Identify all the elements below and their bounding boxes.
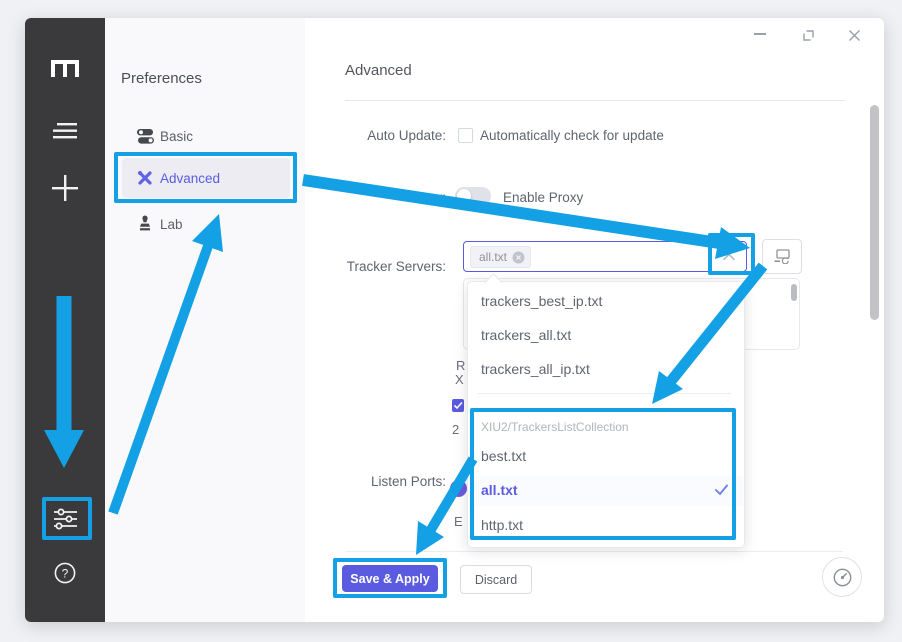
dropdown-option[interactable]: http.txt (481, 517, 523, 533)
sidebar-item-label: Basic (160, 129, 193, 144)
selected-tag[interactable]: all.txt (470, 246, 531, 268)
sync-trackers-button[interactable] (762, 239, 802, 274)
basic-toggles-icon (137, 129, 154, 144)
dropdown-option[interactable]: trackers_all_ip.txt (481, 361, 590, 377)
svg-text:?: ? (62, 567, 69, 581)
tracker-dropdown: trackers_best_ip.txt trackers_all.txt tr… (467, 281, 745, 548)
tracker-servers-select[interactable]: all.txt (463, 241, 747, 272)
proxy-option-label[interactable]: Enable Proxy (503, 190, 583, 205)
discard-label: Discard (475, 573, 517, 587)
preferences-panel-title: Preferences (121, 70, 202, 87)
proxy-toggle[interactable] (455, 187, 491, 205)
dropdown-option[interactable]: trackers_best_ip.txt (481, 293, 602, 309)
preferences-panel: Preferences Basic Advanced (105, 18, 305, 622)
app-sidebar: ? (25, 18, 105, 622)
preferences-sliders-icon[interactable] (52, 507, 79, 531)
speed-test-button[interactable] (822, 557, 862, 597)
tag-label: all.txt (479, 250, 507, 264)
main-scrollbar[interactable] (870, 105, 879, 320)
proxy-label: Proxy: (305, 190, 446, 205)
check-icon (714, 483, 729, 496)
obscured-text: X (455, 373, 464, 387)
obscured-control (450, 480, 467, 497)
dropdown-option[interactable]: trackers_all.txt (481, 327, 571, 343)
obscured-text: E (454, 515, 463, 529)
minimize-icon[interactable] (754, 33, 766, 35)
close-icon[interactable] (848, 29, 861, 42)
sidebar-item-label: Advanced (160, 171, 220, 186)
save-apply-label: Save & Apply (350, 572, 429, 586)
dropdown-divider (478, 393, 731, 394)
auto-update-checkbox[interactable] (458, 128, 473, 143)
dropdown-option[interactable]: best.txt (481, 448, 526, 464)
chevron-up-icon[interactable] (722, 253, 736, 261)
dropdown-group-label: XIU2/TrackersListCollection (481, 420, 629, 434)
sidebar-item-basic[interactable]: Basic (130, 122, 280, 150)
tag-close-icon[interactable] (512, 251, 525, 264)
auto-update-option-label[interactable]: Automatically check for update (480, 128, 664, 143)
page-title: Advanced (345, 62, 412, 79)
header-divider (345, 100, 845, 101)
dropdown-option-selected[interactable]: all.txt (481, 482, 518, 498)
obscured-text: 2 (452, 423, 459, 437)
obscured-text: R (456, 359, 465, 373)
add-task-icon[interactable] (52, 175, 78, 201)
save-apply-button[interactable]: Save & Apply (342, 565, 438, 592)
restore-icon[interactable] (803, 30, 814, 41)
toggle-knob (457, 189, 471, 203)
sidebar-item-label: Lab (160, 217, 183, 232)
discard-button[interactable]: Discard (460, 565, 532, 594)
sidebar-item-lab[interactable]: Lab (130, 210, 280, 238)
preferences-window: ? Preferences Basic (25, 18, 884, 622)
obscured-checkbox (452, 399, 464, 412)
advanced-tools-icon (137, 170, 153, 186)
listen-ports-label: Listen Ports: (305, 474, 446, 489)
motrix-logo-icon (51, 60, 79, 78)
auto-update-label: Auto Update: (305, 128, 446, 143)
task-list-icon[interactable] (53, 123, 77, 139)
lab-stamp-icon (138, 215, 152, 232)
help-icon[interactable]: ? (54, 562, 76, 584)
sync-refresh-icon (774, 249, 791, 264)
speedometer-icon (832, 567, 853, 588)
tracker-servers-label: Tracker Servers: (305, 259, 446, 274)
textarea-scrollbar[interactable] (791, 284, 797, 301)
sidebar-item-advanced[interactable]: Advanced (122, 158, 290, 198)
footer-divider (345, 551, 843, 552)
